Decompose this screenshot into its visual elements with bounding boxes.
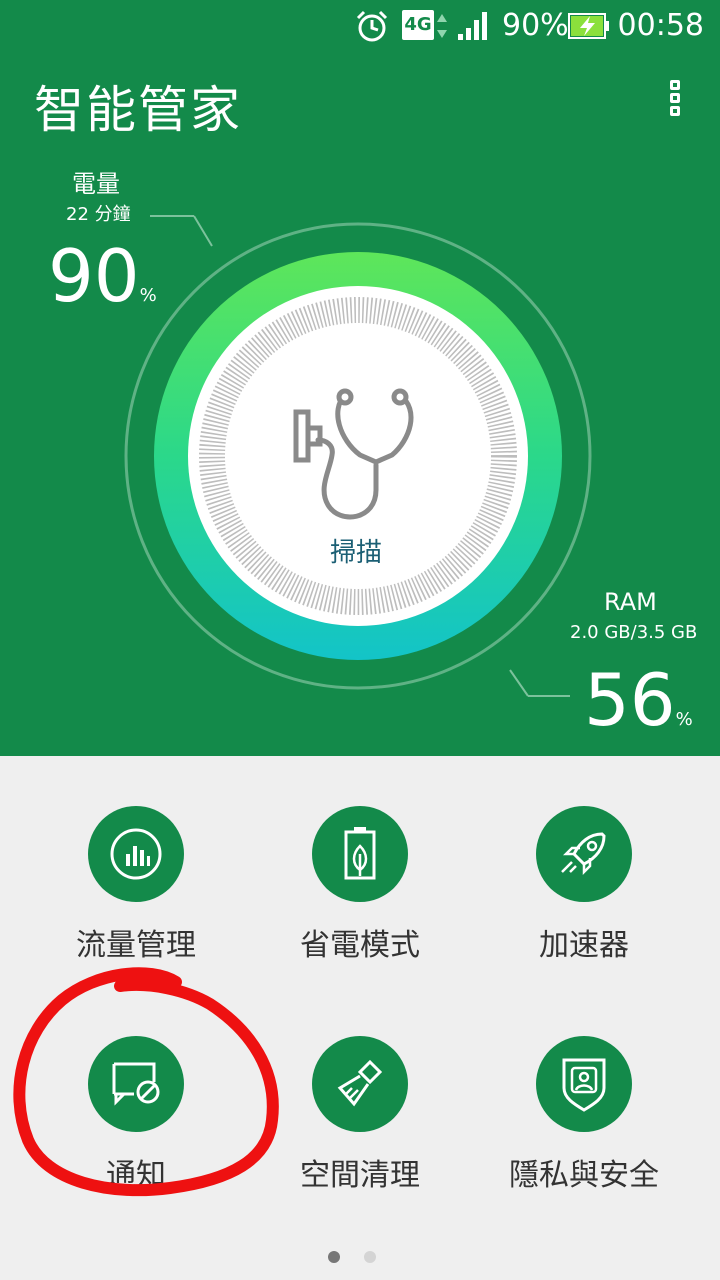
ram-value: 56% bbox=[584, 660, 693, 760]
battery-leader-line bbox=[193, 215, 213, 247]
rocket-icon bbox=[536, 806, 632, 902]
tile-booster[interactable]: 加速器 bbox=[484, 806, 684, 964]
red-annotation-circle bbox=[13, 967, 279, 1197]
ram-label: RAM bbox=[604, 588, 657, 616]
shield-user-icon bbox=[536, 1036, 632, 1132]
tile-privacy-security[interactable]: 隱私與安全 bbox=[484, 1036, 684, 1194]
scan-button[interactable]: 掃描 bbox=[330, 532, 382, 569]
ram-value-number: 56 bbox=[584, 658, 676, 742]
bar-chart-icon bbox=[88, 806, 184, 902]
battery-time-remaining: 22 分鐘 bbox=[66, 204, 131, 225]
battery-value-unit: % bbox=[139, 285, 157, 306]
ram-leader-line bbox=[509, 669, 529, 697]
ram-value-unit: % bbox=[675, 709, 693, 730]
battery-value: 90% bbox=[48, 236, 157, 336]
tile-power-saving[interactable]: 省電模式 bbox=[260, 806, 460, 964]
page-dot-active bbox=[328, 1251, 340, 1263]
tile-label: 流量管理 bbox=[76, 928, 196, 963]
battery-leaf-icon bbox=[312, 806, 408, 902]
ram-usage: 2.0 GB/3.5 GB bbox=[570, 622, 698, 643]
tile-label: 加速器 bbox=[539, 928, 629, 963]
battery-value-number: 90 bbox=[48, 234, 140, 318]
tile-label: 隱私與安全 bbox=[509, 1158, 659, 1193]
page-indicator bbox=[328, 1248, 400, 1267]
broom-icon bbox=[312, 1036, 408, 1132]
battery-label: 電量 bbox=[72, 170, 120, 198]
page-dot bbox=[364, 1251, 376, 1263]
tile-data-usage[interactable]: 流量管理 bbox=[36, 806, 236, 964]
tile-label: 省電模式 bbox=[300, 928, 420, 963]
